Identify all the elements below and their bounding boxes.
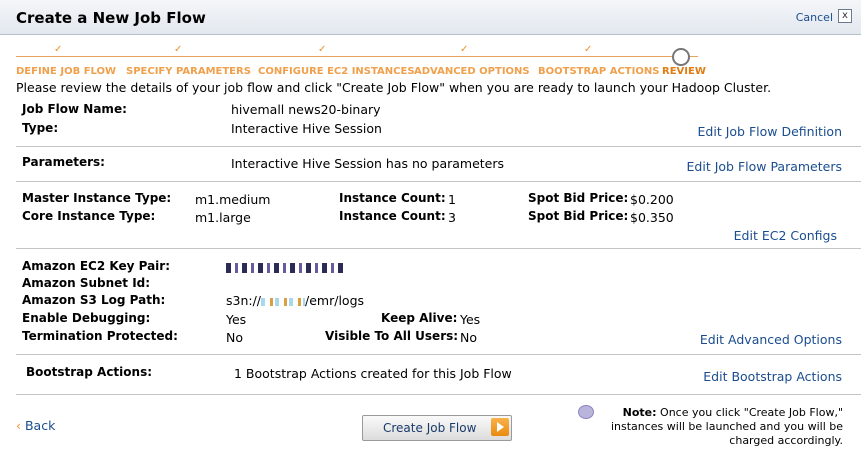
launch-note: Note: Once you click "Create Job Flow," …	[593, 406, 843, 448]
step-check-icon: ✓	[54, 44, 63, 55]
s3-bucket-redacted	[261, 297, 306, 306]
section-divider	[16, 394, 861, 395]
review-intro: Please review the details of your job fl…	[16, 80, 772, 95]
play-arrow-icon	[491, 418, 509, 436]
edit-job-flow-parameters-link[interactable]: Edit Job Flow Parameters	[687, 159, 842, 174]
cancel-link[interactable]: Cancel	[796, 11, 833, 24]
step-check-icon: ✓	[460, 44, 469, 55]
core-spot-bid-label: Spot Bid Price:	[528, 209, 629, 223]
close-icon[interactable]: x	[838, 9, 852, 23]
step-check-icon: ✓	[174, 44, 183, 55]
wizard-progress: ✓ ✓ ✓ ✓ ✓ DEFINE JOB FLOW SPECIFY PARAME…	[16, 42, 706, 82]
section-divider	[16, 354, 861, 355]
s3-prefix: s3n://	[226, 293, 262, 308]
step-specify-parameters: SPECIFY PARAMETERS	[126, 66, 251, 77]
s3-suffix: /emr/logs	[305, 293, 365, 308]
type-value: Interactive Hive Session	[231, 121, 382, 136]
step-check-icon: ✓	[318, 44, 327, 55]
parameters-value: Interactive Hive Session has no paramete…	[231, 156, 505, 171]
s3-log-path-value: s3n:// /emr/logs	[226, 293, 364, 308]
core-spot-bid-value: $0.350	[630, 210, 674, 225]
section-divider	[16, 248, 861, 249]
step-define-job-flow: DEFINE JOB FLOW	[16, 66, 117, 77]
master-instance-type-label: Master Instance Type:	[22, 191, 172, 205]
subnet-label: Amazon Subnet Id:	[22, 276, 151, 290]
visible-to-all-users-value: No	[460, 330, 477, 345]
create-job-flow-button[interactable]: Create Job Flow	[362, 415, 512, 441]
core-instance-count-label: Instance Count:	[339, 209, 446, 223]
key-pair-value-redacted	[226, 259, 344, 274]
enable-debugging-value: Yes	[226, 312, 247, 327]
section-divider	[16, 181, 861, 182]
keep-alive-value: Yes	[460, 312, 481, 327]
step-review: REVIEW	[662, 66, 706, 77]
dialog-title: Create a New Job Flow	[16, 9, 206, 27]
bootstrap-actions-value: 1 Bootstrap Actions created for this Job…	[234, 366, 512, 381]
speech-bubble-icon	[578, 405, 594, 419]
enable-debugging-label: Enable Debugging:	[22, 311, 151, 325]
progress-line	[16, 56, 698, 57]
master-instance-count-value: 1	[448, 192, 456, 207]
termination-protected-label: Termination Protected:	[22, 329, 178, 343]
current-step-icon	[672, 48, 690, 66]
termination-protected-value: No	[226, 330, 243, 345]
edit-job-flow-definition-link[interactable]: Edit Job Flow Definition	[698, 124, 842, 139]
step-configure-ec2: CONFIGURE EC2 INSTANCES	[258, 66, 415, 77]
s3-log-path-label: Amazon S3 Log Path:	[22, 293, 166, 307]
visible-to-all-users-label: Visible To All Users:	[325, 329, 459, 343]
job-flow-name-label: Job Flow Name:	[22, 102, 127, 116]
step-bootstrap-actions: BOOTSTRAP ACTIONS	[538, 66, 660, 77]
master-instance-type-value: m1.medium	[195, 192, 271, 207]
type-label: Type:	[22, 121, 59, 135]
keep-alive-label: Keep Alive:	[381, 311, 458, 325]
step-advanced-options: ADVANCED OPTIONS	[414, 66, 530, 77]
job-flow-name-value: hivemall news20-binary	[231, 102, 381, 117]
dialog-header: Create a New Job Flow Cancel x	[0, 0, 861, 35]
step-check-icon: ✓	[584, 44, 593, 55]
edit-bootstrap-actions-link[interactable]: Edit Bootstrap Actions	[703, 369, 842, 384]
edit-advanced-options-link[interactable]: Edit Advanced Options	[700, 332, 842, 347]
bootstrap-actions-label: Bootstrap Actions:	[26, 365, 153, 379]
master-spot-bid-label: Spot Bid Price:	[528, 191, 629, 205]
back-label: Back	[24, 418, 56, 433]
master-instance-count-label: Instance Count:	[339, 191, 446, 205]
back-chevron-icon: ‹	[16, 418, 21, 433]
master-spot-bid-value: $0.200	[630, 192, 674, 207]
core-instance-type-label: Core Instance Type:	[22, 209, 156, 223]
core-instance-type-value: m1.large	[195, 210, 251, 225]
section-divider	[16, 146, 861, 147]
back-link[interactable]: ‹ Back	[16, 418, 55, 433]
parameters-label: Parameters:	[22, 155, 105, 169]
note-label: Note:	[622, 406, 657, 419]
core-instance-count-value: 3	[448, 210, 456, 225]
create-job-flow-label: Create Job Flow	[383, 421, 477, 435]
key-pair-label: Amazon EC2 Key Pair:	[22, 259, 170, 273]
edit-ec2-configs-link[interactable]: Edit EC2 Configs	[734, 228, 837, 243]
